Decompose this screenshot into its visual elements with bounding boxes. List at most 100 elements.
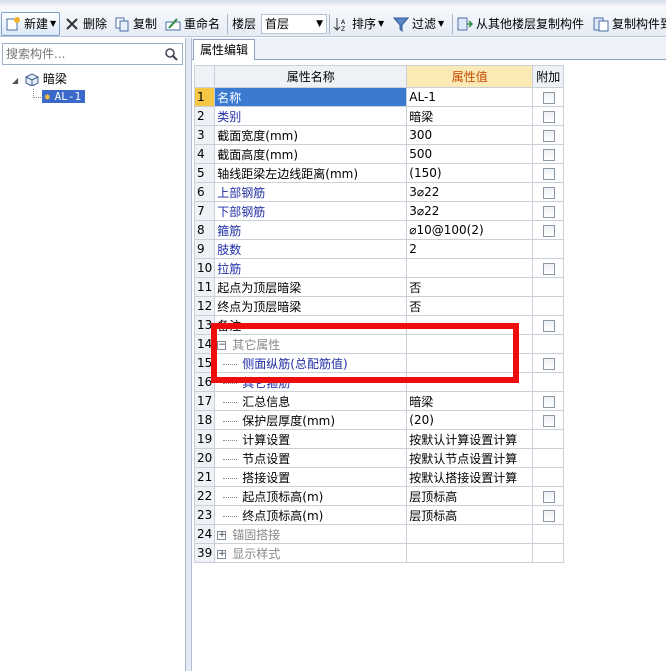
property-value[interactable]: 500 xyxy=(406,144,534,164)
chevron-down-icon: ▼ xyxy=(316,19,323,29)
property-value[interactable] xyxy=(406,258,534,278)
table-row[interactable]: 13 备注 xyxy=(193,315,565,335)
table-row[interactable]: 20 节点设置 按默认节点设置计算 xyxy=(193,448,565,468)
row-number: 39 xyxy=(193,543,216,563)
property-value[interactable]: (150) xyxy=(406,163,534,183)
table-row-group[interactable]: 24 + 锚固搭接 xyxy=(193,524,565,544)
property-name-text: 类别 xyxy=(217,109,242,124)
extra-cell xyxy=(532,410,565,430)
property-value[interactable]: 层顶标高 xyxy=(406,486,534,506)
table-row[interactable]: 5 轴线距梁左边线距离(mm) (150) xyxy=(193,163,565,183)
floor-select[interactable]: 首层 ▼ xyxy=(261,14,327,34)
property-value[interactable]: 按默认计算设置计算 xyxy=(406,429,534,449)
table-row[interactable]: 21 搭接设置 按默认搭接设置计算 xyxy=(193,467,565,487)
property-value[interactable]: 3⌀22 xyxy=(406,201,534,221)
property-value[interactable]: ⌀10@100(2) xyxy=(406,220,534,240)
table-row-group[interactable]: 39 + 显示样式 xyxy=(193,543,565,563)
property-name-text: 起点为顶层暗梁 xyxy=(217,280,302,295)
extra-checkbox[interactable] xyxy=(543,186,556,199)
extra-checkbox[interactable] xyxy=(543,205,556,218)
property-value[interactable] xyxy=(406,353,534,373)
table-row[interactable]: 18 保护层厚度(mm) (20) xyxy=(193,410,565,430)
sort-button[interactable]: AZ 排序 ▼ xyxy=(333,13,384,35)
floor-copy-icon xyxy=(457,16,474,32)
table-row[interactable]: 17 汇总信息 暗梁 xyxy=(193,391,565,411)
property-name-text: 拉筋 xyxy=(217,261,242,276)
table-row[interactable]: 23 终点顶标高(m) 层顶标高 xyxy=(193,505,565,525)
extra-checkbox[interactable] xyxy=(543,129,556,142)
tab-property-edit[interactable]: 属性编辑 xyxy=(193,39,256,60)
copy-from-other-floor-button[interactable]: 从其他楼层复制构件 xyxy=(457,13,584,35)
table-row[interactable]: 4 截面高度(mm) 500 xyxy=(193,144,565,164)
property-name-text: 截面高度(mm) xyxy=(217,147,299,162)
property-value[interactable]: 300 xyxy=(406,125,534,145)
column-header-name[interactable]: 属性名称 xyxy=(214,65,408,88)
table-row[interactable]: 3 截面宽度(mm) 300 xyxy=(193,125,565,145)
extra-checkbox[interactable] xyxy=(543,110,556,123)
property-value[interactable]: 3⌀22 xyxy=(406,182,534,202)
extra-checkbox[interactable] xyxy=(543,262,556,275)
table-row[interactable]: 12 终点为顶层暗梁 否 xyxy=(193,296,565,316)
extra-checkbox[interactable] xyxy=(543,148,556,161)
column-header-value[interactable]: 属性值 xyxy=(406,65,534,88)
property-name: 类别 xyxy=(214,106,408,126)
extra-cell xyxy=(532,353,565,373)
rename-button[interactable]: 重命名 xyxy=(165,13,220,35)
extra-checkbox[interactable] xyxy=(543,509,556,522)
table-row[interactable]: 10 拉筋 xyxy=(193,258,565,278)
tree-child-node[interactable]: ✸ AL-1 xyxy=(42,88,86,105)
copy-component-to-button[interactable]: 复制构件到 xyxy=(593,13,666,35)
extra-checkbox[interactable] xyxy=(543,91,556,104)
tree-line xyxy=(223,439,238,441)
property-name: 节点设置 xyxy=(214,448,408,468)
property-value[interactable]: 否 xyxy=(406,296,534,316)
property-value[interactable]: 按默认节点设置计算 xyxy=(406,448,534,468)
extra-checkbox[interactable] xyxy=(543,224,556,237)
property-name-text: 节点设置 xyxy=(242,451,291,466)
property-value[interactable]: 暗梁 xyxy=(406,391,534,411)
property-value[interactable] xyxy=(406,315,534,335)
table-row[interactable]: 2 类别 暗梁 xyxy=(193,106,565,126)
new-dropdown-arrow-icon[interactable]: ▼ xyxy=(50,13,56,35)
table-row[interactable]: 7 下部钢筋 3⌀22 xyxy=(193,201,565,221)
tree-collapse-icon[interactable]: ◢ xyxy=(12,76,18,85)
property-value[interactable]: 否 xyxy=(406,277,534,297)
table-row[interactable]: 19 计算设置 按默认计算设置计算 xyxy=(193,429,565,449)
copy-button[interactable]: 复制 xyxy=(114,13,157,35)
property-value[interactable] xyxy=(406,372,534,392)
table-row[interactable]: 16 其它箍筋 xyxy=(193,372,565,392)
property-value[interactable]: AL-1 xyxy=(406,87,534,107)
delete-button[interactable]: 删除 xyxy=(64,13,107,35)
table-row[interactable]: 9 肢数 2 xyxy=(193,239,565,259)
extra-checkbox[interactable] xyxy=(543,319,556,332)
table-row[interactable]: 22 起点顶标高(m) 层顶标高 xyxy=(193,486,565,506)
extra-checkbox[interactable] xyxy=(543,167,556,180)
table-row-group[interactable]: 14 − 其它属性 xyxy=(193,334,565,354)
extra-checkbox[interactable] xyxy=(543,414,556,427)
extra-checkbox[interactable] xyxy=(543,357,556,370)
property-value[interactable]: 按默认搭接设置计算 xyxy=(406,467,534,487)
property-value[interactable]: 暗梁 xyxy=(406,106,534,126)
table-row[interactable]: 15 侧面纵筋(总配筋值) xyxy=(193,353,565,373)
column-header-extra[interactable]: 附加 xyxy=(532,65,565,88)
extra-checkbox[interactable] xyxy=(543,490,556,503)
search-box xyxy=(2,43,183,65)
property-value[interactable]: 层顶标高 xyxy=(406,505,534,525)
table-row[interactable]: 11 起点为顶层暗梁 否 xyxy=(193,277,565,297)
row-number: 20 xyxy=(193,448,216,468)
property-value[interactable]: (20) xyxy=(406,410,534,430)
collapse-icon[interactable]: − xyxy=(217,340,227,350)
search-icon[interactable] xyxy=(164,47,178,61)
tree-child-selected[interactable]: ✸ AL-1 xyxy=(42,90,86,103)
expand-icon[interactable]: + xyxy=(217,530,227,540)
table-row[interactable]: 8 箍筋 ⌀10@100(2) xyxy=(193,220,565,240)
search-input[interactable] xyxy=(3,44,153,64)
new-button[interactable]: 新建 ▼ xyxy=(1,12,61,36)
expand-icon[interactable]: + xyxy=(217,549,227,559)
table-row[interactable]: 6 上部钢筋 3⌀22 xyxy=(193,182,565,202)
table-row[interactable]: 1 名称 AL-1 xyxy=(193,87,565,107)
filter-button[interactable]: 过滤 ▼ xyxy=(392,13,444,35)
property-value[interactable]: 2 xyxy=(406,239,534,259)
extra-checkbox[interactable] xyxy=(543,395,556,408)
tree-root-node[interactable]: ◢ 暗梁 xyxy=(12,71,67,88)
